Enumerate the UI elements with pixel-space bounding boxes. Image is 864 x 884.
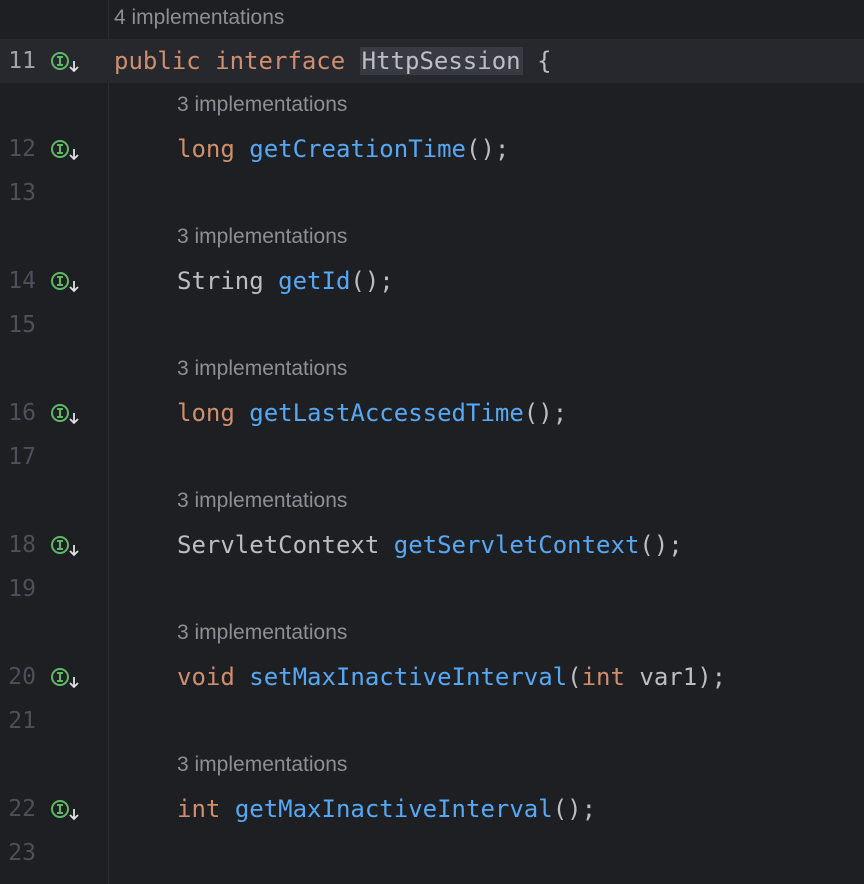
method-params: (); — [350, 267, 394, 295]
code-line-21[interactable]: 21 — [0, 699, 864, 743]
code-line-15[interactable]: 15 — [0, 303, 864, 347]
code-line-19[interactable]: 19 — [0, 567, 864, 611]
implementations-hint[interactable]: 3 implementations — [177, 748, 347, 782]
code-line-23[interactable]: 23 — [0, 831, 864, 875]
open-brace: { — [537, 47, 552, 75]
code-line-16[interactable]: 16 long getLastAccessedTime(); — [0, 391, 864, 435]
return-type: long — [177, 135, 235, 163]
method-declaration: void setMaxInactiveInterval(int var1); — [177, 655, 726, 699]
implementations-hint-interface[interactable]: 4 implementations — [114, 1, 284, 35]
code-line-18[interactable]: 18 ServletContext getServletContext(); — [0, 523, 864, 567]
implemented-interface-arrow-down-icon[interactable] — [50, 665, 82, 693]
code-line-11[interactable]: 11 public interface HttpSession { — [0, 39, 864, 83]
method-name[interactable]: getMaxInactiveInterval — [235, 795, 553, 823]
line-number: 20 — [8, 664, 36, 690]
line-number: 16 — [8, 400, 36, 426]
line-number: 14 — [8, 268, 36, 294]
return-type: long — [177, 399, 235, 427]
line-number: 17 — [8, 444, 36, 470]
param-type: int — [581, 663, 625, 691]
interface-declaration: public interface HttpSession { — [114, 39, 552, 83]
method-name[interactable]: getServletContext — [394, 531, 640, 559]
code-editor[interactable]: 4 implementations 11 public interface Ht… — [0, 0, 864, 884]
line-number: 22 — [8, 796, 36, 822]
param-close: ); — [697, 663, 727, 691]
implementations-hint[interactable]: 3 implementations — [177, 616, 347, 650]
code-line-12[interactable]: 12 long getCreationTime(); — [0, 127, 864, 171]
return-type: void — [177, 663, 235, 691]
implementations-hint[interactable]: 3 implementations — [177, 220, 347, 254]
param-name: var1 — [624, 663, 698, 691]
line-number: 11 — [8, 48, 36, 74]
method-declaration: long getLastAccessedTime(); — [177, 391, 567, 435]
implemented-interface-arrow-down-icon[interactable] — [50, 137, 82, 165]
return-type: int — [177, 795, 221, 823]
code-line-20[interactable]: 20 void setMaxInactiveInterval(int var1)… — [0, 655, 864, 699]
method-params: (); — [639, 531, 683, 559]
method-name[interactable]: setMaxInactiveInterval — [249, 663, 567, 691]
implementations-hint[interactable]: 3 implementations — [177, 352, 347, 386]
method-name[interactable]: getLastAccessedTime — [249, 399, 524, 427]
method-params: (); — [523, 399, 568, 427]
line-number: 12 — [8, 136, 36, 162]
method-name[interactable]: getId — [278, 267, 350, 295]
interface-name[interactable]: HttpSession — [359, 47, 523, 75]
method-declaration: long getCreationTime(); — [177, 127, 509, 171]
line-number: 19 — [8, 576, 36, 602]
implemented-interface-arrow-down-icon[interactable] — [50, 49, 82, 77]
line-number: 13 — [8, 180, 36, 206]
method-params: (); — [466, 135, 510, 163]
return-type: ServletContext — [177, 531, 380, 559]
line-number: 18 — [8, 532, 36, 558]
implemented-interface-arrow-down-icon[interactable] — [50, 401, 82, 429]
method-declaration: ServletContext getServletContext(); — [177, 523, 683, 567]
return-type: String — [177, 267, 264, 295]
code-line-17[interactable]: 17 — [0, 435, 864, 479]
implementations-hint[interactable]: 3 implementations — [177, 484, 347, 518]
code-line-14[interactable]: 14 String getId(); — [0, 259, 864, 303]
implemented-interface-arrow-down-icon[interactable] — [50, 797, 82, 825]
code-line-13[interactable]: 13 — [0, 171, 864, 215]
keyword-interface: interface — [215, 47, 346, 75]
method-declaration: String getId(); — [177, 259, 394, 303]
implemented-interface-arrow-down-icon[interactable] — [50, 269, 82, 297]
method-name[interactable]: getCreationTime — [249, 135, 466, 163]
method-declaration: int getMaxInactiveInterval(); — [177, 787, 596, 831]
param-open: ( — [567, 663, 582, 691]
keyword-public: public — [114, 47, 201, 75]
line-number: 15 — [8, 312, 36, 338]
implemented-interface-arrow-down-icon[interactable] — [50, 533, 82, 561]
code-line-22[interactable]: 22 int getMaxInactiveInterval(); — [0, 787, 864, 831]
line-number: 23 — [8, 840, 36, 866]
method-params: (); — [552, 795, 597, 823]
implementations-hint[interactable]: 3 implementations — [177, 88, 347, 122]
line-number: 21 — [8, 708, 36, 734]
